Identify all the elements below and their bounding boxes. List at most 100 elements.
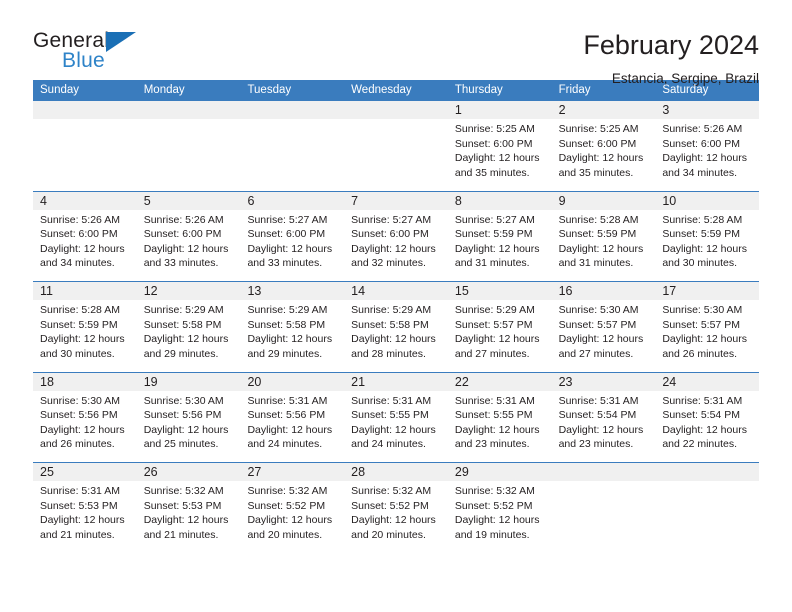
- day-detail-line: Sunrise: 5:31 AM: [40, 485, 120, 497]
- calendar-table: Sunday Monday Tuesday Wednesday Thursday Frid…: [33, 80, 760, 553]
- day-detail-line: Sunrise: 5:26 AM: [40, 213, 120, 226]
- day-detail-line: Daylight: 12 hours: [247, 423, 333, 436]
- day-detail-line: Daylight: 12 hours: [454, 333, 540, 346]
- day-detail-line: and 31 minutes.: [558, 257, 634, 270]
- day-details: Sunrise: 5:30 AM Sunset: 5:56 PM Daylight:…: [137, 391, 241, 452]
- day-details: Sunrise: 5:28 AM Sunset: 5:59 PM Daylight:…: [655, 210, 759, 271]
- day-detail-line: Sunrise: 5:30 AM: [40, 394, 120, 407]
- weekday-header-thursday: Thursday: [454, 84, 503, 96]
- calendar-day-cell[interactable]: 29 Sunrise: 5:32 AM Sunset: 5:52 PM Dayligh…: [447, 463, 552, 553]
- day-number-band: [344, 101, 448, 119]
- day-details: Sunrise: 5:26 AM Sunset: 6:00 PM Daylight:…: [655, 119, 759, 180]
- calendar-day-cell[interactable]: 4 Sunrise: 5:26 AM Sunset: 6:00 PM Daylight…: [33, 191, 137, 282]
- day-number-band: 21: [344, 372, 448, 391]
- day-number: 5: [143, 193, 151, 208]
- calendar-day-cell[interactable]: 15 Sunrise: 5:29 AM Sunset: 5:57 PM Dayligh…: [447, 282, 552, 372]
- day-detail-line: Daylight: 12 hours: [662, 423, 747, 436]
- calendar-day-cell[interactable]: 1 Sunrise: 5:25 AM Sunset: 6:00 PM Daylight…: [447, 101, 552, 191]
- day-detail-line: Sunrise: 5:30 AM: [558, 304, 639, 316]
- day-detail-line: Sunrise: 5:30 AM: [662, 304, 743, 316]
- logo-text-blue: Blue: [62, 49, 105, 72]
- day-number-band: 28: [344, 463, 448, 481]
- day-number-band: 6: [240, 191, 345, 210]
- day-number-band: 12: [136, 282, 241, 300]
- day-detail-line: and 29 minutes.: [247, 347, 323, 360]
- day-detail-line: Sunrise: 5:28 AM: [558, 213, 639, 226]
- day-number-band: 16: [551, 282, 656, 300]
- day-detail-line: and 20 minutes.: [247, 528, 323, 541]
- calendar-day-cell[interactable]: 10 Sunrise: 5:28 AM Sunset: 5:59 PM Dayligh…: [655, 191, 760, 282]
- day-details: Sunrise: 5:31 AM Sunset: 5:55 PM Daylight:…: [344, 391, 448, 452]
- day-detail-line: and 26 minutes.: [40, 438, 115, 451]
- day-details: Sunrise: 5:28 AM Sunset: 5:59 PM Daylight:…: [33, 300, 137, 361]
- calendar-day-cell[interactable]: 2 Sunrise: 5:25 AM Sunset: 6:00 PM Daylight…: [551, 101, 656, 191]
- day-detail-line: Sunrise: 5:27 AM: [247, 213, 328, 226]
- day-detail-line: Daylight: 12 hours: [558, 423, 644, 436]
- calendar-day-cell[interactable]: 9 Sunrise: 5:28 AM Sunset: 5:59 PM Daylight…: [551, 191, 656, 282]
- day-number-band: 7: [344, 191, 448, 210]
- day-detail-line: and 35 minutes.: [454, 166, 530, 179]
- calendar-day-cell[interactable]: 14 Sunrise: 5:29 AM Sunset: 5:58 PM Dayligh…: [344, 282, 448, 372]
- calendar-day-cell[interactable]: 22 Sunrise: 5:31 AM Sunset: 5:55 PM Dayligh…: [447, 372, 552, 463]
- day-detail-line: and 30 minutes.: [40, 347, 115, 360]
- calendar-day-cell[interactable]: 13 Sunrise: 5:29 AM Sunset: 5:58 PM Dayligh…: [240, 282, 345, 372]
- calendar-day-cell[interactable]: 12 Sunrise: 5:29 AM Sunset: 5:58 PM Dayligh…: [136, 282, 241, 372]
- calendar-day-cell[interactable]: 25 Sunrise: 5:31 AM Sunset: 5:53 PM Dayligh…: [33, 463, 137, 553]
- day-number: 2: [558, 103, 566, 117]
- calendar-day-cell[interactable]: 7 Sunrise: 5:27 AM Sunset: 6:00 PM Daylight…: [344, 191, 448, 282]
- day-number-band: [136, 101, 241, 119]
- day-detail-line: Daylight: 12 hours: [40, 333, 125, 346]
- calendar-day-cell[interactable]: 8 Sunrise: 5:27 AM Sunset: 5:59 PM Daylight…: [447, 191, 552, 282]
- calendar-day-cell[interactable]: 20 Sunrise: 5:31 AM Sunset: 5:56 PM Dayligh…: [240, 372, 345, 463]
- calendar-day-cell[interactable]: 3 Sunrise: 5:26 AM Sunset: 6:00 PM Daylight…: [655, 101, 760, 191]
- day-detail-line: Daylight: 12 hours: [558, 242, 644, 255]
- calendar-day-cell[interactable]: 28 Sunrise: 5:32 AM Sunset: 5:52 PM Dayligh…: [344, 463, 448, 553]
- calendar-day-cell[interactable]: 11 Sunrise: 5:28 AM Sunset: 5:59 PM Dayligh…: [33, 282, 137, 372]
- day-details: Sunrise: 5:28 AM Sunset: 5:59 PM Daylight:…: [552, 210, 656, 271]
- day-detail-line: Sunset: 6:00 PM: [40, 228, 118, 241]
- day-detail-line: Sunset: 5:52 PM: [351, 499, 429, 512]
- calendar-day-cell[interactable]: 24 Sunrise: 5:31 AM Sunset: 5:54 PM Dayligh…: [655, 372, 760, 463]
- day-detail-line: and 33 minutes.: [247, 257, 323, 270]
- day-details: Sunrise: 5:32 AM Sunset: 5:53 PM Daylight:…: [137, 481, 241, 542]
- day-details: Sunrise: 5:27 AM Sunset: 6:00 PM Daylight:…: [240, 210, 344, 271]
- calendar-day-cell[interactable]: 17 Sunrise: 5:30 AM Sunset: 5:57 PM Dayligh…: [655, 282, 760, 372]
- day-number-band: 27: [240, 463, 345, 481]
- calendar-day-cell-empty: [136, 101, 241, 191]
- day-detail-line: and 27 minutes.: [558, 347, 634, 360]
- day-detail-line: and 23 minutes.: [454, 438, 530, 451]
- calendar-day-cell[interactable]: 21 Sunrise: 5:31 AM Sunset: 5:55 PM Dayligh…: [344, 372, 448, 463]
- calendar-day-cell[interactable]: 6 Sunrise: 5:27 AM Sunset: 6:00 PM Daylight…: [240, 191, 345, 282]
- day-detail-line: Daylight: 12 hours: [247, 333, 333, 346]
- day-number-band: 20: [240, 372, 345, 391]
- calendar-day-cell[interactable]: 27 Sunrise: 5:32 AM Sunset: 5:52 PM Dayligh…: [240, 463, 345, 553]
- day-number: 12: [143, 284, 158, 298]
- day-number-band: 2: [551, 101, 656, 119]
- day-detail-line: Sunrise: 5:26 AM: [662, 123, 743, 135]
- calendar-day-cell[interactable]: 16 Sunrise: 5:30 AM Sunset: 5:57 PM Dayligh…: [551, 282, 656, 372]
- day-detail-line: Sunset: 5:52 PM: [247, 499, 326, 512]
- day-detail-line: Daylight: 12 hours: [143, 333, 229, 346]
- weekday-header-row: Sunday Monday Tuesday Wednesday Thursday Frid…: [33, 80, 759, 101]
- day-detail-line: Sunset: 5:56 PM: [247, 409, 326, 422]
- day-detail-line: Daylight: 12 hours: [454, 423, 540, 436]
- day-detail-line: Daylight: 12 hours: [143, 242, 229, 255]
- day-detail-line: Sunset: 6:00 PM: [351, 228, 429, 241]
- day-detail-line: Sunset: 5:58 PM: [351, 318, 429, 331]
- calendar-day-cell[interactable]: 5 Sunrise: 5:26 AM Sunset: 6:00 PM Daylight…: [136, 191, 241, 282]
- day-detail-line: Sunrise: 5:29 AM: [143, 304, 224, 316]
- day-detail-line: Sunset: 5:54 PM: [558, 409, 637, 422]
- day-number-band: 26: [136, 463, 241, 481]
- day-number-band: 13: [240, 282, 345, 300]
- day-number: 14: [351, 284, 366, 298]
- calendar-day-cell[interactable]: 18 Sunrise: 5:30 AM Sunset: 5:56 PM Dayligh…: [33, 372, 137, 463]
- calendar-day-cell[interactable]: 26 Sunrise: 5:32 AM Sunset: 5:53 PM Dayligh…: [136, 463, 241, 553]
- day-detail-line: Daylight: 12 hours: [40, 242, 125, 255]
- calendar-day-cell[interactable]: 23 Sunrise: 5:31 AM Sunset: 5:54 PM Dayligh…: [551, 372, 656, 463]
- day-number: 13: [247, 284, 262, 298]
- day-number-band: [551, 463, 656, 481]
- day-details: Sunrise: 5:31 AM Sunset: 5:54 PM Daylight:…: [655, 391, 759, 452]
- day-details: Sunrise: 5:31 AM Sunset: 5:53 PM Daylight:…: [33, 481, 137, 542]
- calendar-day-cell[interactable]: 19 Sunrise: 5:30 AM Sunset: 5:56 PM Dayligh…: [136, 372, 241, 463]
- day-number-band: 17: [655, 282, 760, 300]
